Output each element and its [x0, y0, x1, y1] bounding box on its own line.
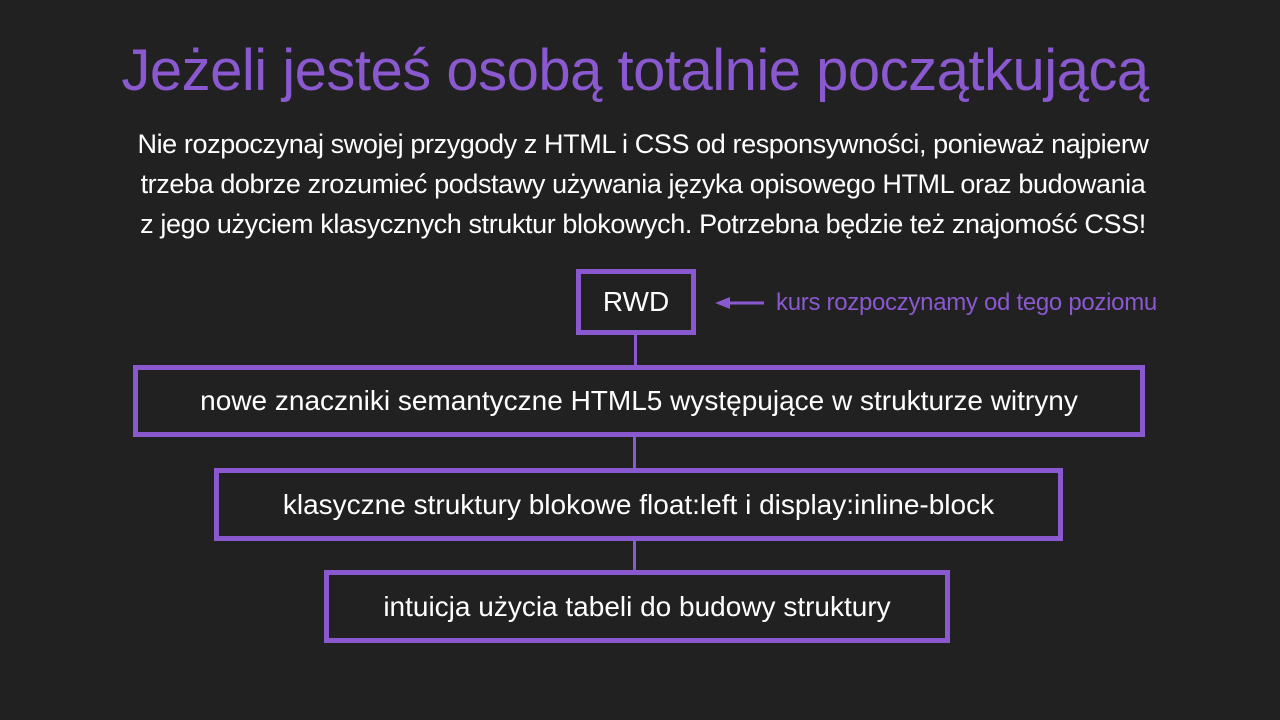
connector-line	[634, 335, 637, 365]
slide: Jeżeli jesteś osobą totalnie początkując…	[0, 0, 1280, 720]
level-label: intuicja użycia tabeli do budowy struktu…	[383, 590, 891, 622]
start-level-note: kurs rozpoczynamy od tego poziomu	[776, 289, 1157, 316]
arrow-left-icon	[715, 297, 764, 309]
intro-line: Nie rozpoczynaj swojej przygody z HTML i…	[137, 129, 1149, 159]
level-box-rwd: RWD	[576, 269, 696, 335]
level-box-html5-semantics: nowe znaczniki semantyczne HTML5 występu…	[133, 365, 1145, 437]
level-label: klasyczne struktury blokowe float:left i…	[282, 488, 995, 520]
intro-line: trzeba dobrze zrozumieć podstawy używani…	[140, 169, 1146, 199]
level-box-block-structures: klasyczne struktury blokowe float:left i…	[214, 468, 1063, 541]
level-box-tables: intuicja użycia tabeli do budowy struktu…	[324, 570, 950, 643]
connector-line	[633, 437, 636, 468]
level-label: nowe znaczniki semantyczne HTML5 występu…	[200, 385, 1078, 416]
slide-title: Jeżeli jesteś osobą totalnie początkując…	[121, 38, 1149, 103]
intro-paragraph: Nie rozpoczynaj swojej przygody z HTML i…	[90, 124, 1196, 244]
intro-line: z jego użyciem klasycznych struktur blok…	[140, 209, 1146, 239]
level-label: RWD	[602, 286, 670, 317]
connector-line	[633, 541, 636, 570]
